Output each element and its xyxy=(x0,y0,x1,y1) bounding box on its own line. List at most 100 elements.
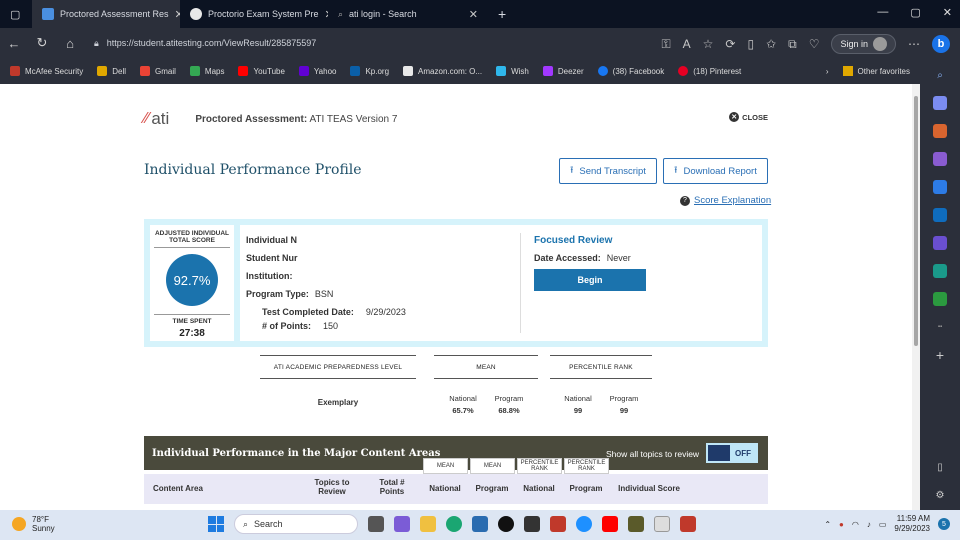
yahoo-icon xyxy=(298,66,309,76)
bookmark-dell[interactable]: Dell xyxy=(97,66,126,76)
page-scrollbar[interactable] xyxy=(912,84,920,510)
mcafee-icon[interactable] xyxy=(680,516,696,532)
bookmark-kp[interactable]: Kp.org xyxy=(350,66,389,76)
sign-in-button[interactable]: Sign in xyxy=(831,34,896,54)
bookmark-gmail[interactable]: Gmail xyxy=(140,66,176,76)
folder-icon xyxy=(842,66,853,76)
assessment-name: ATI TEAS Version 7 xyxy=(309,113,398,125)
split-screen-icon[interactable]: ▯ xyxy=(747,37,754,51)
favorites-icon[interactable]: ✩ xyxy=(766,37,776,51)
refresh-icon[interactable]: ↻ xyxy=(28,35,56,51)
store-icon[interactable] xyxy=(472,516,488,532)
extensions-icon[interactable]: ⟳ xyxy=(725,37,735,51)
taskbar-apps: ⌕ Search xyxy=(208,514,696,534)
chevron-up-icon[interactable]: ⌃ xyxy=(824,520,831,529)
bookmark-yahoo[interactable]: Yahoo xyxy=(298,66,336,76)
scrollbar-thumb[interactable] xyxy=(914,96,918,346)
show-all-topics-toggle[interactable]: OFF xyxy=(706,443,758,463)
drop-icon[interactable] xyxy=(933,264,947,278)
more-apps-icon[interactable]: ▪▪ xyxy=(933,320,947,334)
bookmark-mcafee[interactable]: McAfee Security xyxy=(10,66,83,76)
more-menu-icon[interactable]: ⋯ xyxy=(908,37,920,51)
bookmark-maps[interactable]: Maps xyxy=(189,66,224,76)
amazon-icon[interactable] xyxy=(524,516,540,532)
browser-tab-proctorio[interactable]: Proctorio Exam System Pre ✕ xyxy=(180,0,328,28)
file-explorer-icon[interactable] xyxy=(420,516,436,532)
bookmark-wish[interactable]: Wish xyxy=(496,66,529,76)
new-tab-button[interactable]: + xyxy=(488,0,516,28)
score-explanation-link[interactable]: ? Score Explanation xyxy=(680,195,771,206)
volume-icon[interactable]: ♪ xyxy=(867,520,871,529)
search-icon: ⌕ xyxy=(243,518,249,529)
maximize-icon[interactable]: ▢ xyxy=(910,6,920,19)
browser-tab-search[interactable]: ⌕ ati login - Search ✕ xyxy=(328,0,488,28)
bank-icon[interactable] xyxy=(550,516,566,532)
avatar xyxy=(873,37,887,51)
edge-icon[interactable] xyxy=(446,516,462,532)
performance-icon[interactable]: ♡ xyxy=(809,37,820,51)
task-view-icon[interactable] xyxy=(368,516,384,532)
tools-icon[interactable] xyxy=(933,124,947,138)
clock[interactable]: 11:59 AM 9/29/2023 xyxy=(894,514,930,534)
assessment-label: Proctored Assessment: ATI TEAS Version 7 xyxy=(195,114,397,125)
bookmark-label: McAfee Security xyxy=(25,66,84,76)
sidebar-toggle-icon[interactable]: ▯ xyxy=(933,460,947,474)
bookmark-pinterest[interactable]: (18) Pinterest xyxy=(678,66,741,76)
taskbar-search[interactable]: ⌕ Search xyxy=(234,514,358,534)
chat-icon[interactable] xyxy=(576,516,592,532)
tree-icon[interactable] xyxy=(933,292,947,306)
divider xyxy=(520,233,521,333)
download-report-button[interactable]: ⭱ Download Report xyxy=(663,158,768,184)
close-tab-icon[interactable]: ✕ xyxy=(469,8,478,21)
youtube-icon xyxy=(238,66,249,76)
key-icon[interactable]: ⚿ xyxy=(661,37,670,52)
search-icon[interactable]: ⌕ xyxy=(933,68,947,82)
favorite-star-icon[interactable]: ☆ xyxy=(703,37,714,51)
add-icon[interactable]: + xyxy=(933,347,947,363)
bookmark-label: Wish xyxy=(511,66,529,76)
shopping-tag-icon[interactable] xyxy=(933,96,947,110)
percentile-header: PERCENTILE RANK xyxy=(550,355,652,379)
back-icon[interactable]: ← xyxy=(0,36,28,51)
outlook-icon[interactable] xyxy=(933,208,947,222)
send-transcript-button[interactable]: ⭱ Send Transcript xyxy=(559,158,657,184)
bookmark-amazon[interactable]: Amazon.com: O... xyxy=(403,66,482,76)
youtube-icon[interactable] xyxy=(602,516,618,532)
url-field[interactable]: 🔒︎ https://student.atitesting.com/ViewRe… xyxy=(94,38,316,49)
battery-icon[interactable]: ▭ xyxy=(879,520,887,529)
settings-gear-icon[interactable]: ⚙ xyxy=(933,488,947,502)
collections-icon[interactable]: ⧉ xyxy=(788,37,797,52)
minimize-icon[interactable]: — xyxy=(877,6,888,19)
read-aloud-icon[interactable]: A xyxy=(683,37,691,51)
tab-actions-button[interactable]: ▢ xyxy=(0,0,32,28)
chevron-right-icon[interactable]: › xyxy=(826,67,829,76)
designer-icon[interactable] xyxy=(933,236,947,250)
home-icon[interactable]: ⌂ xyxy=(56,36,84,51)
begin-button[interactable]: Begin xyxy=(534,269,646,291)
word-icon[interactable] xyxy=(654,516,670,532)
temperature: 78°F xyxy=(32,515,49,524)
close-window-icon[interactable]: ✕ xyxy=(943,6,952,19)
bing-copilot-icon[interactable]: b xyxy=(932,35,950,53)
wifi-icon[interactable]: ◠ xyxy=(852,520,859,529)
profile-panel: ADJUSTED INDIVIDUAL TOTAL SCORE 92.7% TI… xyxy=(144,219,768,347)
download-icon: ⭱ xyxy=(674,165,678,176)
notification-badge[interactable]: 5 xyxy=(938,518,950,530)
book-icon[interactable] xyxy=(628,516,644,532)
mcafee-tray-icon[interactable]: ● xyxy=(839,520,844,529)
games-icon[interactable] xyxy=(933,152,947,166)
browser-tab-ati-result[interactable]: Proctored Assessment Res ✕ xyxy=(32,0,180,28)
bookmark-facebook[interactable]: (38) Facebook xyxy=(597,66,664,76)
microsoft365-icon[interactable] xyxy=(933,180,947,194)
windows-start-icon[interactable] xyxy=(208,516,224,532)
weather-widget[interactable]: 78°F Sunny xyxy=(12,515,55,533)
close-button[interactable]: ✕ CLOSE xyxy=(729,112,768,122)
other-favorites[interactable]: Other favorites xyxy=(842,66,910,76)
col-national-mean: National xyxy=(429,484,461,493)
bookmark-youtube[interactable]: YouTube xyxy=(238,66,285,76)
teams-icon[interactable] xyxy=(394,516,410,532)
dell-icon[interactable] xyxy=(498,516,514,532)
bookmark-deezer[interactable]: Deezer xyxy=(542,66,584,76)
mean-program-value: 68.8% xyxy=(498,406,520,415)
search-label: Search xyxy=(254,519,283,529)
